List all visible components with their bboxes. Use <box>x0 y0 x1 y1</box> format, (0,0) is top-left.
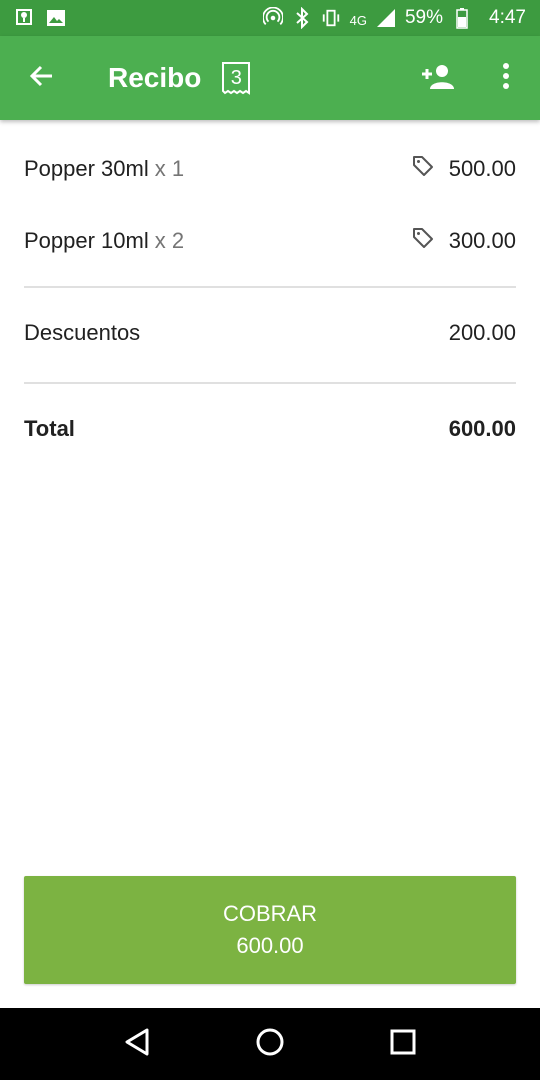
discounts-label: Descuentos <box>24 320 141 345</box>
add-customer-icon <box>420 62 456 95</box>
network-type-label: 4G <box>349 13 367 28</box>
price-tag-icon <box>411 154 435 184</box>
bluetooth-icon <box>292 7 312 29</box>
battery-icon <box>452 8 472 29</box>
nav-recents-button[interactable] <box>373 1014 433 1074</box>
nav-back-button[interactable] <box>107 1014 167 1074</box>
price-tag-icon <box>411 226 435 256</box>
hotspot-icon <box>262 7 283 28</box>
add-customer-button[interactable] <box>404 36 472 120</box>
discounts-row[interactable]: Descuentos 200.00 <box>24 313 516 353</box>
nav-home-button[interactable] <box>240 1014 300 1074</box>
item-name: Popper 10ml <box>24 228 149 253</box>
more-vert-icon <box>502 62 510 94</box>
total-label: Total <box>24 416 75 441</box>
navigation-bar <box>0 1008 540 1080</box>
charge-amount: 600.00 <box>236 933 304 958</box>
more-options-button[interactable] <box>472 36 540 120</box>
item-name: Popper 30ml <box>24 156 149 181</box>
item-quantity: x 2 <box>154 228 185 253</box>
receipt-count: 3 <box>230 66 242 89</box>
map-notification-icon <box>14 8 34 28</box>
back-arrow-icon <box>28 62 56 95</box>
total-row: Total 600.00 <box>24 409 516 449</box>
back-button[interactable] <box>0 36 84 120</box>
nav-recents-icon <box>390 1029 416 1060</box>
nav-home-icon <box>255 1027 285 1062</box>
total-value: 600.00 <box>448 416 516 441</box>
vibrate-icon <box>321 8 341 28</box>
item-quantity: x 1 <box>154 156 185 181</box>
status-bar: 4G 59% 4:47 <box>0 0 540 36</box>
battery-percentage: 59% <box>404 7 444 28</box>
divider <box>24 286 516 288</box>
item-price: 300.00 <box>448 228 516 253</box>
item-price: 500.00 <box>448 156 516 181</box>
list-item[interactable]: Popper 10ml x 2 300.00 <box>24 221 516 261</box>
divider <box>24 382 516 384</box>
signal-icon <box>376 8 396 28</box>
nav-back-icon <box>123 1027 151 1062</box>
receipt-icon[interactable]: 3 <box>221 61 251 95</box>
app-bar: Recibo 3 <box>0 36 540 120</box>
list-item[interactable]: Popper 30ml x 1 500.00 <box>24 149 516 189</box>
page-title: Recibo <box>108 62 202 93</box>
charge-button[interactable]: COBRAR 600.00 <box>24 876 516 984</box>
image-notification-icon <box>46 8 66 28</box>
discounts-value: 200.00 <box>448 320 516 345</box>
clock: 4:47 <box>489 7 526 28</box>
charge-label: COBRAR <box>222 901 318 926</box>
